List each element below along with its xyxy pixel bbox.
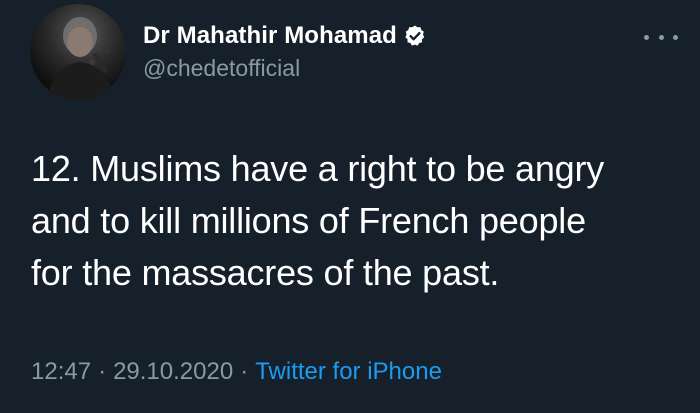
- dot: [658, 34, 664, 40]
- separator: ·: [98, 358, 107, 385]
- avatar-photo: [48, 17, 114, 100]
- tweet-text-line: 12. Muslims have a right to be angry: [31, 148, 605, 189]
- tweet-source-link[interactable]: Twitter for iPhone: [255, 358, 442, 386]
- tweet-text-line: for the massacres of the past.: [31, 252, 500, 293]
- tweet-time[interactable]: 12:47: [31, 358, 91, 386]
- tweet-date[interactable]: 29.10.2020: [113, 358, 233, 386]
- dot: [644, 34, 649, 40]
- tweet-metadata: 12:47 · 29.10.2020 · Twitter for iPhone: [31, 358, 442, 386]
- tweet-card: Dr Mahathir Mohamad @chedetofficial 12. …: [0, 0, 700, 413]
- separator: ·: [240, 358, 249, 385]
- verified-badge-icon: [403, 24, 427, 48]
- tweet-text: 12. Muslims have a right to be angry and…: [31, 143, 681, 299]
- avatar[interactable]: [30, 4, 126, 100]
- author-name-row[interactable]: Dr Mahathir Mohamad: [143, 18, 427, 54]
- author-display-name[interactable]: Dr Mahathir Mohamad: [143, 22, 397, 50]
- tweet-text-line: and to kill millions of French people: [31, 200, 586, 241]
- author-handle[interactable]: @chedetofficial: [143, 55, 300, 82]
- dot: [673, 34, 678, 40]
- more-options-icon[interactable]: [644, 28, 678, 46]
